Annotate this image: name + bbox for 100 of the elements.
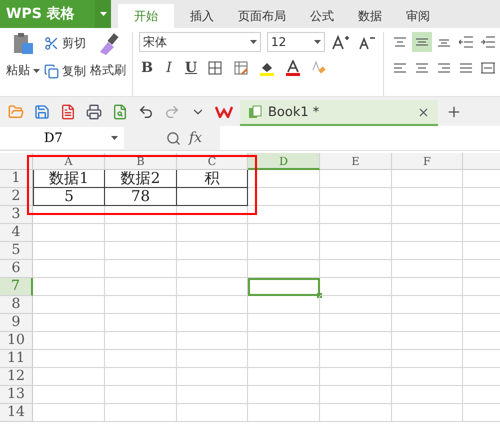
table-cell xyxy=(320,188,392,206)
ribbon-tab[interactable]: 插入 xyxy=(180,4,224,28)
table-cell xyxy=(320,314,392,332)
document-tab[interactable]: Book1 * xyxy=(240,100,438,126)
increase-font-icon[interactable] xyxy=(332,34,350,50)
row-header[interactable]: 12 xyxy=(0,368,33,386)
row-header[interactable]: 3 xyxy=(0,206,33,224)
table-cell xyxy=(392,386,463,404)
table-cell xyxy=(248,260,320,278)
row-header[interactable]: 10 xyxy=(0,332,33,350)
table-cell xyxy=(248,386,320,404)
justify-icon[interactable] xyxy=(460,63,472,73)
fill-color-icon[interactable] xyxy=(259,60,275,76)
fill-handle[interactable] xyxy=(317,293,322,298)
row-header[interactable]: 14 xyxy=(0,404,33,422)
ribbon-tab[interactable]: 页面布局 xyxy=(228,4,296,28)
function-label[interactable]: fx xyxy=(189,130,202,146)
formula-input[interactable] xyxy=(220,126,500,150)
copy-button[interactable]: 复制 xyxy=(44,60,86,82)
format-painter-button[interactable]: 格式刷 xyxy=(90,32,126,96)
table-cell xyxy=(320,350,392,368)
table-cell xyxy=(392,170,463,188)
table-cell: 5 xyxy=(33,188,105,206)
row-header[interactable]: 8 xyxy=(0,296,33,314)
save-icon[interactable] xyxy=(34,104,50,120)
selected-cell[interactable] xyxy=(248,278,320,296)
copy-icon xyxy=(44,64,59,78)
select-all-corner[interactable] xyxy=(0,153,33,170)
table-cell xyxy=(392,368,463,386)
increase-indent-icon[interactable] xyxy=(481,36,495,48)
ribbon-tab[interactable]: 公式 xyxy=(300,4,344,28)
print-preview-icon[interactable] xyxy=(112,104,128,120)
distributed-icon[interactable] xyxy=(481,62,495,74)
table-cell: 78 xyxy=(105,188,177,206)
table-cell xyxy=(105,242,177,260)
table-cell: 数据1 xyxy=(33,170,105,188)
close-icon[interactable] xyxy=(417,106,430,118)
underline-button[interactable]: U xyxy=(183,58,199,78)
cut-button[interactable]: 剪切 xyxy=(44,32,86,54)
align-top-icon[interactable] xyxy=(394,37,406,47)
table-cell: 积 xyxy=(177,170,248,188)
italic-button[interactable]: I xyxy=(161,58,177,78)
w-logo-icon[interactable] xyxy=(215,106,233,118)
column-header[interactable]: D xyxy=(248,153,320,170)
app-menu-dropdown[interactable] xyxy=(95,0,111,28)
align-center-icon[interactable] xyxy=(416,63,428,73)
row-header[interactable]: 13 xyxy=(0,386,33,404)
table-cell xyxy=(248,224,320,242)
font-size-field[interactable]: 12 xyxy=(267,32,325,52)
paste-button[interactable]: 粘贴 xyxy=(6,32,40,96)
ribbon-tab[interactable]: 数据 xyxy=(348,4,392,28)
table-cell xyxy=(177,368,248,386)
align-right-icon[interactable] xyxy=(438,63,450,73)
document-icon[interactable] xyxy=(60,104,76,120)
table-cell xyxy=(177,350,248,368)
align-left-icon[interactable] xyxy=(394,63,406,73)
table-cell xyxy=(105,386,177,404)
column-header[interactable]: E xyxy=(320,153,392,170)
table-cell xyxy=(320,206,392,224)
table-cell xyxy=(320,332,392,350)
align-middle-button[interactable] xyxy=(412,32,432,52)
table-cell xyxy=(248,332,320,350)
row-header[interactable]: 9 xyxy=(0,314,33,332)
row-header[interactable]: 6 xyxy=(0,260,33,278)
borders-icon[interactable] xyxy=(208,61,222,75)
align-bottom-icon[interactable] xyxy=(438,37,450,47)
table-cell xyxy=(177,296,248,314)
table-cell xyxy=(392,314,463,332)
row-header[interactable]: 11 xyxy=(0,350,33,368)
table-cell xyxy=(320,260,392,278)
caret-icon xyxy=(33,68,40,72)
undo-icon[interactable] xyxy=(138,104,154,120)
name-box[interactable]: D7 xyxy=(0,127,124,149)
new-tab-icon[interactable] xyxy=(446,104,462,120)
table-cell xyxy=(320,170,392,188)
table-cell xyxy=(177,242,248,260)
ribbon-tab[interactable]: 开始 xyxy=(118,4,174,28)
search-icon[interactable] xyxy=(166,130,181,146)
decrease-indent-icon[interactable] xyxy=(459,36,473,48)
table-cell xyxy=(320,404,392,422)
font-name-field[interactable]: 宋体 xyxy=(139,32,261,52)
ribbon-tab[interactable]: 审阅 xyxy=(396,4,440,28)
table-cell xyxy=(248,350,320,368)
row-header[interactable]: 4 xyxy=(0,224,33,242)
table-cell xyxy=(392,332,463,350)
table-cell xyxy=(248,170,320,188)
table-cell xyxy=(248,188,320,206)
table-cell xyxy=(177,278,248,296)
table-cell xyxy=(177,404,248,422)
row-header[interactable]: 2 xyxy=(0,188,33,206)
row-header[interactable]: 5 xyxy=(0,242,33,260)
table-cell xyxy=(248,296,320,314)
cell-style-icon[interactable] xyxy=(234,61,248,75)
column-header[interactable]: F xyxy=(392,153,463,170)
font-color-icon[interactable] xyxy=(285,60,301,76)
table-cell xyxy=(320,224,392,242)
bold-button[interactable]: B xyxy=(139,58,155,78)
row-header[interactable]: 7 xyxy=(0,278,33,296)
row-header[interactable]: 1 xyxy=(0,170,33,188)
print-icon[interactable] xyxy=(86,104,102,120)
